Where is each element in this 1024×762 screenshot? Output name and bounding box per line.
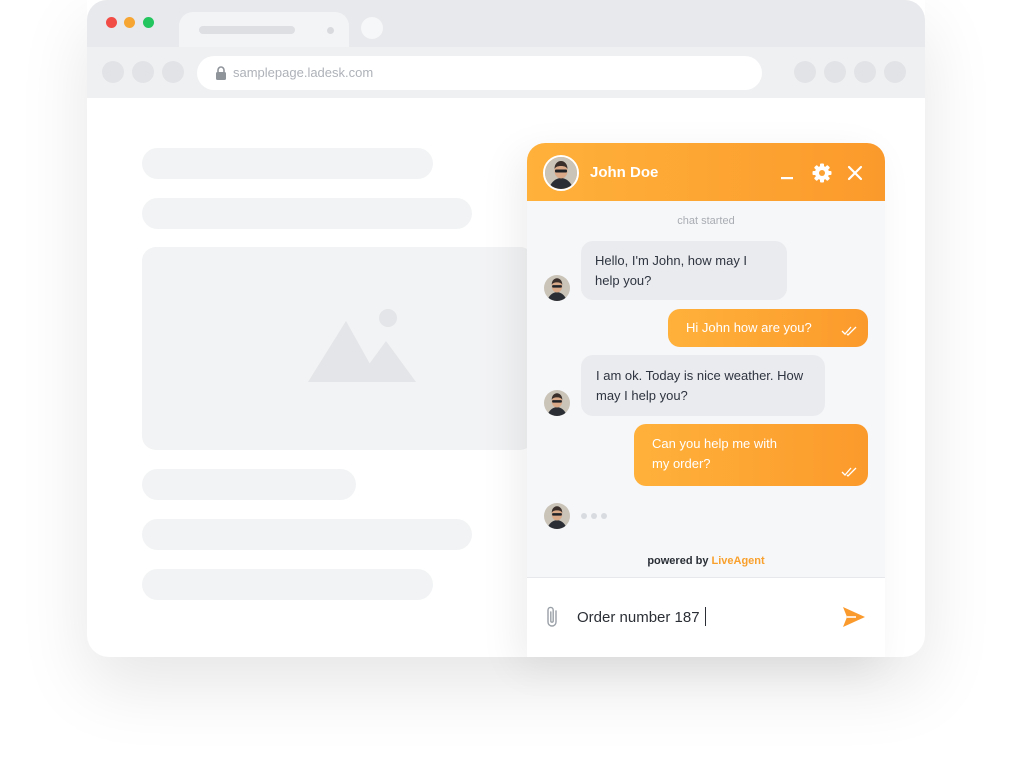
agent-avatar-small: [544, 503, 570, 529]
message-line: may I help you?: [596, 388, 688, 403]
typing-indicator: [581, 511, 611, 521]
message-bubble-visitor: Can you help me with my order?: [634, 424, 868, 486]
brand-link[interactable]: LiveAgent: [712, 555, 765, 567]
message-composer: Order number 187: [527, 578, 885, 657]
url-text: samplepage.ladesk.com: [233, 65, 374, 80]
message-line: Can you help me with: [652, 436, 778, 451]
message-input-value: Order number 187: [577, 609, 700, 626]
image-placeholder: [142, 247, 534, 450]
minimize-button[interactable]: [775, 161, 799, 185]
chat-header: John Doe: [527, 143, 885, 201]
paperclip-icon[interactable]: [545, 605, 559, 629]
lock-icon: [216, 66, 226, 80]
message-line: help you?: [595, 273, 652, 288]
powered-by-label: powered by: [647, 555, 709, 567]
tab-bar: [87, 0, 925, 47]
text-placeholder: [142, 469, 356, 500]
minimize-window-button[interactable]: [124, 17, 135, 28]
gear-icon: [812, 163, 832, 183]
toolbar-button-4[interactable]: [884, 61, 906, 83]
tab-close-icon[interactable]: [327, 27, 334, 34]
close-icon: [847, 165, 863, 181]
powered-by: powered by LiveAgent: [527, 555, 885, 567]
close-chat-button[interactable]: [843, 161, 867, 185]
double-check-icon: [841, 326, 857, 336]
typing-dot: [601, 513, 607, 519]
message-line: Hi John how are you?: [686, 320, 812, 335]
text-placeholder: [142, 569, 433, 600]
typing-dot: [591, 513, 597, 519]
agent-name: John Doe: [590, 164, 659, 181]
message-bubble-agent: Hello, I'm John, how may I help you?: [581, 241, 787, 300]
message-bubble-agent: I am ok. Today is nice weather. How may …: [581, 355, 825, 416]
agent-avatar: [543, 155, 579, 191]
typing-dot: [581, 513, 587, 519]
text-placeholder: [142, 519, 472, 550]
reload-button[interactable]: [162, 61, 184, 83]
agent-avatar-small: [544, 275, 570, 301]
toolbar-button-3[interactable]: [854, 61, 876, 83]
message-input[interactable]: Order number 187: [577, 607, 707, 626]
address-bar[interactable]: samplepage.ladesk.com: [197, 56, 762, 90]
toolbar-button-1[interactable]: [794, 61, 816, 83]
back-button[interactable]: [102, 61, 124, 83]
send-icon[interactable]: [842, 606, 866, 628]
message-line: my order?: [652, 456, 711, 471]
text-placeholder: [142, 148, 433, 179]
browser-tab[interactable]: [179, 12, 349, 47]
text-placeholder: [142, 198, 472, 229]
image-icon: [308, 309, 416, 382]
message-line: I am ok. Today is nice weather. How: [596, 368, 804, 383]
chat-widget: John Doe chat started Hello, I'm John, h…: [527, 143, 885, 657]
forward-button[interactable]: [132, 61, 154, 83]
double-check-icon: [841, 467, 857, 477]
text-caret: [704, 607, 707, 626]
toolbar-button-2[interactable]: [824, 61, 846, 83]
new-tab-button[interactable]: [361, 17, 383, 39]
message-bubble-visitor: Hi John how are you?: [668, 309, 868, 347]
agent-avatar-small: [544, 390, 570, 416]
maximize-window-button[interactable]: [143, 17, 154, 28]
message-line: Hello, I'm John, how may I: [595, 253, 748, 268]
minimize-icon: [781, 177, 793, 180]
close-window-button[interactable]: [106, 17, 117, 28]
tab-title-placeholder: [199, 26, 295, 34]
chat-status: chat started: [677, 215, 735, 227]
settings-button[interactable]: [810, 161, 834, 185]
